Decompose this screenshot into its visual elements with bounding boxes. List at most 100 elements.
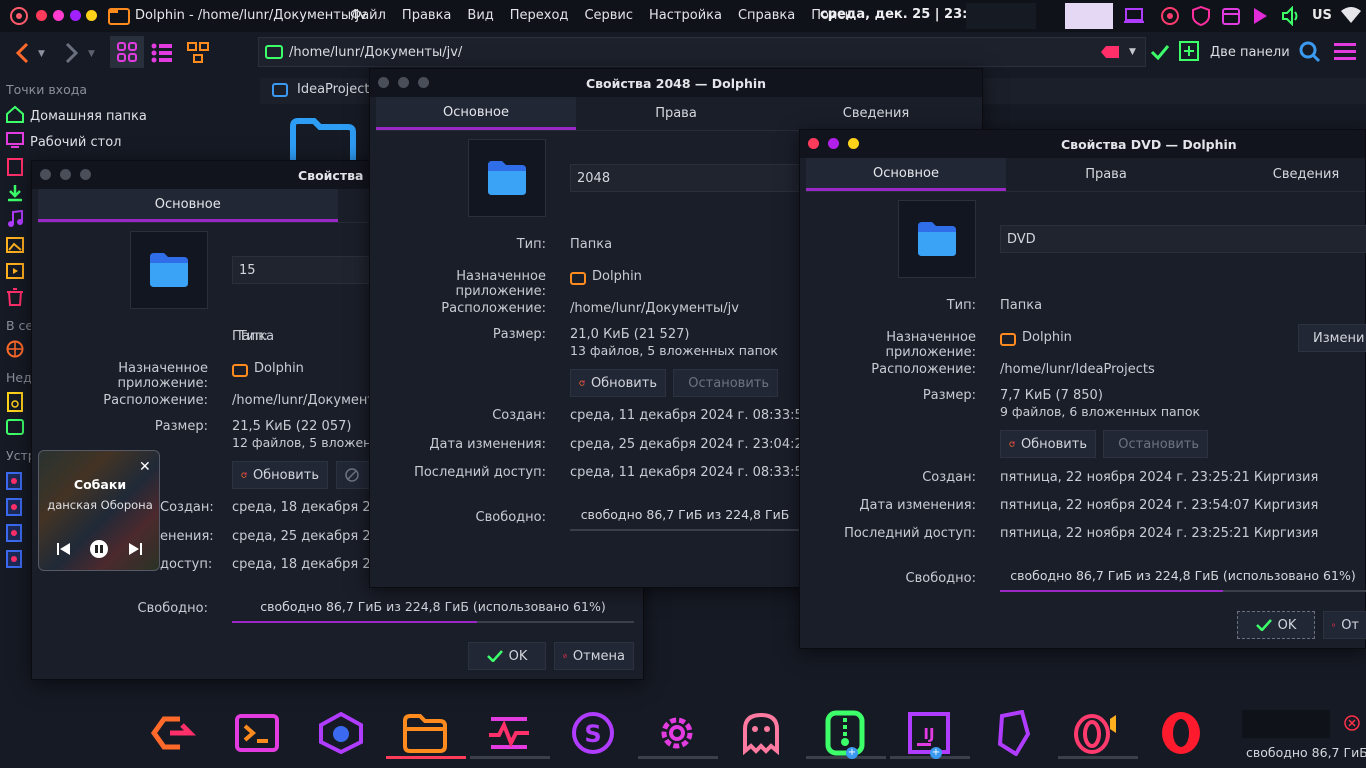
location-history-icon[interactable]: ▼	[1129, 47, 1136, 57]
settings-icon[interactable]	[652, 710, 702, 756]
stop-button[interactable]: Остановить	[1103, 430, 1208, 458]
calendar-icon[interactable]	[1222, 6, 1240, 29]
tab-permissions[interactable]: Права	[576, 97, 776, 130]
menu-tools[interactable]: Сервис	[584, 8, 633, 23]
recent-folders-icon[interactable]	[6, 418, 24, 439]
documents-icon[interactable]	[6, 158, 24, 179]
opera-gx-icon[interactable]	[1072, 710, 1122, 756]
window-minimize-dot[interactable]	[53, 10, 64, 21]
window-shade-dot[interactable]	[86, 10, 97, 21]
split-view-icon[interactable]	[1179, 41, 1199, 64]
menu-help[interactable]: Справка	[738, 8, 795, 23]
drive-icon[interactable]	[6, 550, 22, 571]
back-icon[interactable]	[14, 42, 32, 67]
pager-desktop-1[interactable]	[966, 3, 1036, 29]
updates-icon[interactable]	[1160, 6, 1180, 29]
location-path[interactable]: /home/lunr/Документы/jv/	[289, 45, 462, 60]
music-icon[interactable]	[6, 209, 24, 231]
menu-file[interactable]: Файл	[350, 8, 386, 23]
ok-button[interactable]: OK	[1237, 611, 1315, 639]
dialog-titlebar[interactable]: Свойства 2048 — Dolphin	[370, 69, 982, 97]
tab-details[interactable]: Сведения	[1206, 158, 1366, 191]
kde-menu-icon[interactable]	[8, 6, 30, 26]
ghost-icon[interactable]	[736, 710, 786, 756]
media-play-icon[interactable]	[1252, 7, 1268, 28]
keyboard-layout[interactable]: US	[1312, 8, 1332, 23]
icons-view-icon[interactable]	[110, 36, 144, 68]
maximize-dot[interactable]	[418, 77, 429, 88]
terminal-icon[interactable]	[232, 710, 282, 756]
tab-general[interactable]: Основное	[38, 189, 338, 222]
close-popup-icon[interactable]: ✕	[139, 459, 151, 475]
cancel-button[interactable]: Отмена	[554, 642, 634, 670]
system-monitor-icon[interactable]	[484, 710, 534, 756]
close-dot[interactable]	[808, 138, 819, 149]
close-dot[interactable]	[378, 77, 389, 88]
minimize-dot[interactable]	[398, 77, 409, 88]
compact-view-icon[interactable]	[151, 43, 173, 66]
pictures-icon[interactable]	[6, 236, 24, 257]
update-button[interactable]: Обновить	[232, 461, 328, 489]
forward-icon[interactable]	[62, 42, 80, 67]
close-dot[interactable]	[40, 169, 51, 180]
drive-icon[interactable]	[6, 524, 22, 545]
details-view-icon[interactable]	[187, 42, 209, 67]
recent-files-icon[interactable]	[6, 392, 24, 415]
search-icon[interactable]	[1299, 41, 1321, 66]
folder-tab-label[interactable]: IdeaProjects	[297, 82, 376, 97]
cancel-button[interactable]: От	[1323, 611, 1366, 639]
trash-icon[interactable]	[6, 288, 24, 309]
menu-view[interactable]: Вид	[467, 8, 493, 23]
change-app-button[interactable]: Измени	[1298, 324, 1366, 352]
archive-icon[interactable]	[820, 710, 870, 756]
stop-button[interactable]: Остановить	[673, 369, 778, 397]
hamburger-menu-icon[interactable]	[1334, 43, 1356, 64]
pause-icon[interactable]	[90, 540, 108, 558]
update-button[interactable]: Обновить	[570, 369, 666, 397]
folder-item-icon[interactable]	[290, 118, 356, 163]
location-bar[interactable]: /home/lunr/Документы/jv/ ▼	[258, 37, 1146, 67]
sidebar-item-desktop[interactable]: Рабочий стол	[6, 131, 121, 153]
pager-desktop-2[interactable]	[1065, 3, 1113, 29]
minimize-dot[interactable]	[60, 169, 71, 180]
forward-dropdown-icon[interactable]: ▼	[88, 49, 95, 59]
dialog-titlebar[interactable]: Свойства DVD — Dolphin	[800, 130, 1365, 158]
tab-general[interactable]: Основное	[376, 97, 576, 130]
network-icon[interactable]	[6, 340, 24, 361]
folder-icon-box[interactable]	[898, 200, 976, 278]
shield-icon[interactable]	[1192, 5, 1210, 29]
wifi-icon[interactable]	[1341, 6, 1361, 27]
ok-button[interactable]: OK	[468, 642, 546, 670]
videos-icon[interactable]	[6, 262, 24, 283]
next-track-icon[interactable]	[128, 543, 142, 558]
tab-permissions[interactable]: Права	[1006, 158, 1206, 191]
downloads-icon[interactable]	[6, 184, 24, 205]
kde-connect-icon[interactable]	[316, 710, 366, 756]
opera-icon[interactable]	[1156, 710, 1206, 756]
git-client-icon[interactable]	[148, 710, 198, 756]
laptop-icon[interactable]	[1124, 7, 1144, 28]
accept-path-icon[interactable]	[1150, 44, 1170, 63]
previous-track-icon[interactable]	[57, 543, 71, 558]
media-player-popup[interactable]: ✕ Собаки данская Оборона	[38, 450, 160, 571]
clear-location-icon[interactable]	[1101, 46, 1119, 61]
clock[interactable]: среда, дек. 25 | 23:35	[820, 7, 985, 22]
sidebar-item-home[interactable]: Домашняя папка	[6, 105, 147, 127]
intellij-icon[interactable]: IJ	[904, 710, 954, 756]
window-maximize-dot[interactable]	[70, 10, 81, 21]
menu-settings[interactable]: Настройка	[649, 8, 722, 23]
tab-general[interactable]: Основное	[806, 158, 1006, 191]
tab-details[interactable]: Сведения	[776, 97, 976, 130]
drive-icon[interactable]	[6, 472, 22, 493]
window-close-dot[interactable]	[36, 10, 47, 21]
folder-icon-box[interactable]	[468, 139, 546, 217]
stop-button[interactable]	[336, 461, 372, 489]
update-button[interactable]: Обновить	[1000, 430, 1096, 458]
skype-icon[interactable]: S	[568, 710, 618, 756]
split-view-button[interactable]: Две панели	[1210, 45, 1290, 60]
back-dropdown-icon[interactable]: ▼	[38, 49, 45, 59]
crystal-icon[interactable]	[988, 710, 1038, 756]
menu-edit[interactable]: Правка	[402, 8, 451, 23]
minimize-dot[interactable]	[828, 138, 839, 149]
maximize-dot[interactable]	[848, 138, 859, 149]
